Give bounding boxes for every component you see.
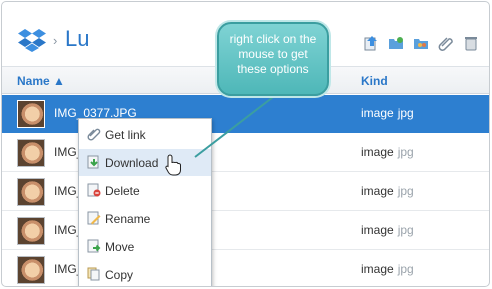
callout-text: right click on the mouse to get these op… (229, 32, 317, 76)
file-browser-window: › Lu Name ▲ Kind IMG_0377.JPG image jpg … (1, 1, 490, 287)
hand-cursor-icon (165, 154, 181, 176)
callout-bubble: right click on the mouse to get these op… (217, 22, 329, 96)
